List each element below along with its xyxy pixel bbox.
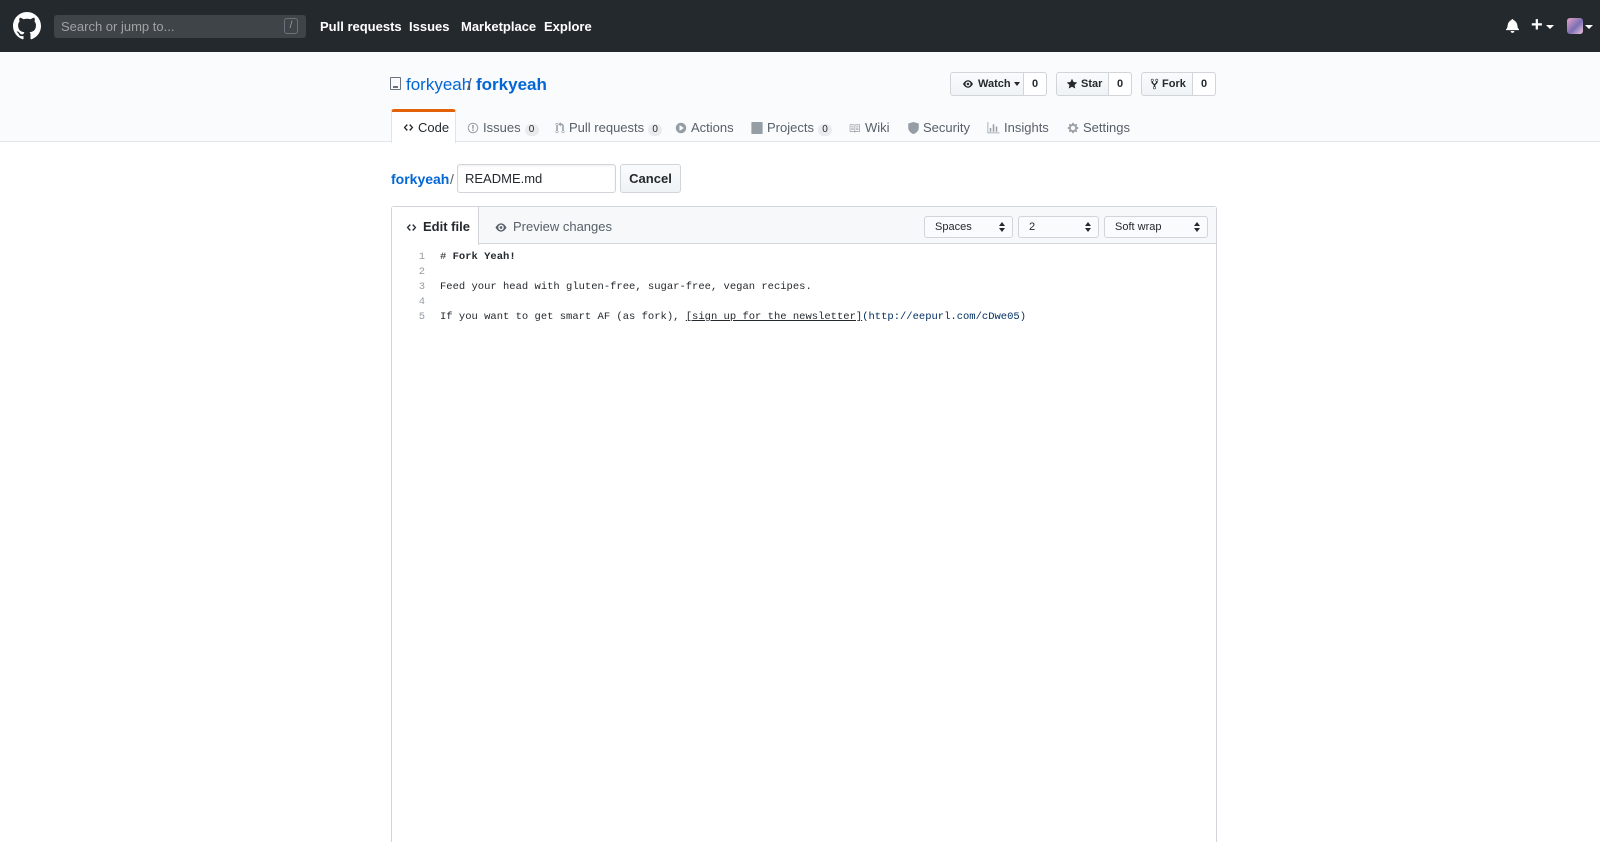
repo-icon — [390, 77, 401, 90]
github-logo-icon[interactable] — [13, 12, 41, 40]
file-editor: Edit file Preview changes Spaces 2 Soft … — [391, 206, 1217, 842]
play-icon — [675, 122, 687, 134]
projects-count-badge: 0 — [817, 124, 832, 136]
code-line: 2 — [392, 265, 1216, 280]
code-icon — [406, 224, 417, 231]
nav-issues[interactable]: Issues — [409, 19, 449, 34]
search-shortcut-key: / — [284, 18, 298, 34]
tab-issues[interactable]: Issues 0 — [467, 120, 539, 136]
tab-preview-changes[interactable]: Preview changes — [494, 219, 612, 234]
repo-path-separator: / — [467, 75, 472, 94]
code-icon — [403, 124, 414, 131]
star-count[interactable]: 0 — [1109, 72, 1132, 96]
indent-size-select[interactable]: 2 — [1018, 216, 1099, 238]
indent-mode-select[interactable]: Spaces — [924, 216, 1013, 238]
shield-icon — [908, 122, 919, 134]
user-menu-caret-icon[interactable] — [1585, 25, 1593, 29]
markdown-link-text: [sign up for the newsletter] — [685, 311, 863, 323]
search-input[interactable] — [61, 19, 271, 34]
fork-icon — [1150, 78, 1159, 90]
tab-pull-requests[interactable]: Pull requests 0 — [555, 120, 663, 136]
issue-opened-icon — [467, 122, 479, 134]
star-button[interactable]: Star — [1056, 72, 1109, 96]
bell-icon[interactable] — [1506, 18, 1519, 33]
watch-button[interactable]: Watch — [950, 72, 1024, 96]
code-text: If you want to get smart AF (as fork), [… — [440, 311, 1027, 323]
avatar[interactable] — [1567, 18, 1583, 34]
eye-icon — [495, 223, 507, 232]
tab-insights[interactable]: Insights — [987, 120, 1049, 135]
repo-owner-link[interactable]: forkyeah — [406, 75, 471, 95]
tab-security[interactable]: Security — [908, 120, 970, 135]
line-number: 2 — [418, 266, 425, 278]
project-icon — [751, 122, 763, 134]
tab-wiki[interactable]: Wiki — [848, 120, 890, 135]
code-line: 4 — [392, 295, 1216, 310]
line-number: 5 — [418, 311, 425, 323]
breadcrumb-separator: / — [450, 171, 454, 187]
code-line: 5 If you want to get smart AF (as fork),… — [392, 310, 1216, 325]
book-icon — [849, 124, 860, 133]
star-label: Star — [1081, 78, 1103, 90]
nav-pull-requests[interactable]: Pull requests — [320, 19, 402, 34]
issues-count-badge: 0 — [524, 124, 539, 136]
eye-icon — [963, 80, 973, 88]
plus-icon[interactable]: + — [1531, 15, 1545, 36]
star-icon — [1066, 78, 1078, 89]
line-number: 3 — [418, 281, 425, 293]
code-line: 1 # Fork Yeah! — [392, 250, 1216, 265]
top-header: / Pull requests Issues Marketplace Explo… — [0, 0, 1600, 52]
code-line: 3 Feed your head with gluten-free, sugar… — [392, 280, 1216, 295]
filename-input[interactable] — [457, 164, 616, 193]
tab-projects[interactable]: Projects 0 — [751, 120, 832, 136]
watch-label: Watch — [978, 78, 1011, 90]
git-pull-request-icon — [555, 122, 565, 134]
tab-edit-file-label[interactable]: Edit file — [405, 219, 470, 234]
fork-label: Fork — [1162, 78, 1186, 90]
gear-icon — [1067, 122, 1079, 134]
nav-marketplace[interactable]: Marketplace — [461, 19, 536, 34]
watch-count[interactable]: 0 — [1024, 72, 1047, 96]
line-number: 1 — [418, 251, 425, 263]
repo-name-link[interactable]: forkyeah — [476, 75, 547, 95]
pulls-count-badge: 0 — [648, 124, 663, 136]
tab-actions[interactable]: Actions — [675, 120, 734, 135]
code-text: Feed your head with gluten-free, sugar-f… — [440, 281, 812, 293]
graph-icon — [987, 122, 1000, 134]
code-text: # Fork Yeah! — [440, 251, 516, 263]
fork-count[interactable]: 0 — [1193, 72, 1216, 96]
line-wrap-select[interactable]: Soft wrap — [1104, 216, 1208, 238]
code-editor-area[interactable]: 1 # Fork Yeah! 2 3 Feed your head with g… — [392, 250, 1216, 325]
watch-caret-icon — [1013, 82, 1020, 87]
tab-code-label[interactable]: Code — [402, 120, 449, 135]
tab-settings[interactable]: Settings — [1067, 120, 1130, 135]
search-box[interactable]: / — [54, 15, 306, 38]
breadcrumb-repo-link[interactable]: forkyeah — [391, 171, 449, 187]
markdown-link-url: (http://eepurl.com/cDwe05) — [862, 311, 1027, 323]
editor-toolbar: Edit file Preview changes Spaces 2 Soft … — [392, 207, 1216, 245]
nav-explore[interactable]: Explore — [544, 19, 592, 34]
line-number: 4 — [418, 296, 425, 308]
cancel-button[interactable]: Cancel — [620, 164, 681, 193]
fork-button[interactable]: Fork — [1141, 72, 1193, 96]
create-new-caret-icon[interactable] — [1546, 25, 1554, 29]
